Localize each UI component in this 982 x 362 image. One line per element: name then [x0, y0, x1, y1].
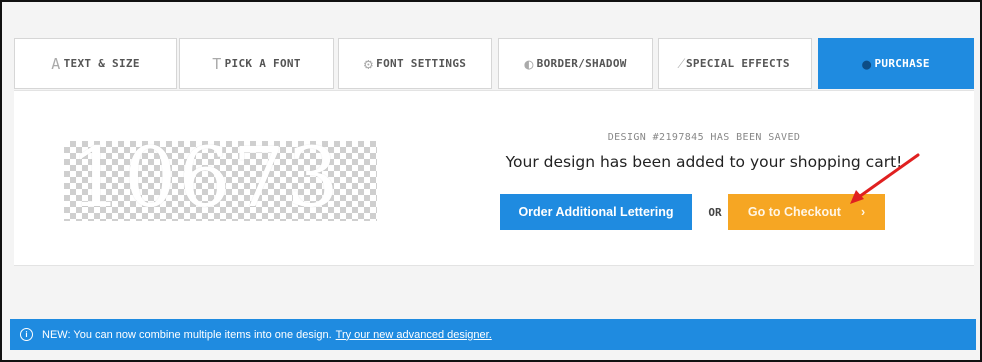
info-banner: i NEW: You can now combine multiple item… [10, 319, 976, 350]
tab-text-size[interactable]: A TEXT & SIZE [14, 38, 177, 89]
gear-icon: ⚙ [363, 54, 374, 73]
tab-label: TEXT & SIZE [63, 57, 140, 70]
tab-special-effects[interactable]: ⁄ SPECIAL EFFECTS [658, 38, 812, 89]
button-label: Go to Checkout [747, 205, 841, 219]
tab-label: PURCHASE [874, 57, 930, 70]
tab-font-settings[interactable]: ⚙ FONT SETTINGS [338, 38, 492, 89]
tab-border-shadow[interactable]: ◐ BORDER/SHADOW [498, 38, 653, 89]
tab-label: SPECIAL EFFECTS [685, 57, 790, 70]
button-label: Order Additional Lettering [518, 205, 674, 219]
info-icon: i [20, 328, 33, 341]
cart-icon: ● [862, 54, 872, 73]
lettering-preview: 10673 [64, 141, 377, 221]
advanced-designer-link[interactable]: Try our new advanced designer. [336, 329, 492, 341]
app-frame: A TEXT & SIZE T PICK A FONT ⚙ FONT SETTI… [0, 0, 982, 362]
border-shadow-icon: ◐ [524, 54, 534, 73]
red-arrow-annotation [850, 153, 920, 204]
chevron-right-icon: › [860, 205, 866, 219]
purchase-panel: 10673 DESIGN #2197845 HAS BEEN SAVED You… [14, 90, 974, 266]
wand-icon: ⁄ [680, 54, 683, 72]
or-separator: OR [708, 205, 722, 219]
tab-label: PICK A FONT [224, 57, 301, 70]
tab-purchase[interactable]: ● PURCHASE [818, 38, 974, 89]
tab-pick-a-font[interactable]: T PICK A FONT [179, 38, 334, 89]
tab-label: FONT SETTINGS [376, 57, 467, 70]
saved-message: DESIGN #2197845 HAS BEEN SAVED [607, 132, 801, 143]
text-size-icon: A [51, 54, 61, 73]
designer-tabs: A TEXT & SIZE T PICK A FONT ⚙ FONT SETTI… [14, 38, 974, 89]
font-icon: T [212, 54, 222, 73]
order-additional-lettering-button[interactable]: Order Additional Lettering [500, 194, 692, 230]
tab-label: BORDER/SHADOW [536, 57, 627, 70]
preview-text: 10673 [70, 141, 341, 221]
banner-text: NEW: You can now combine multiple items … [42, 328, 332, 341]
